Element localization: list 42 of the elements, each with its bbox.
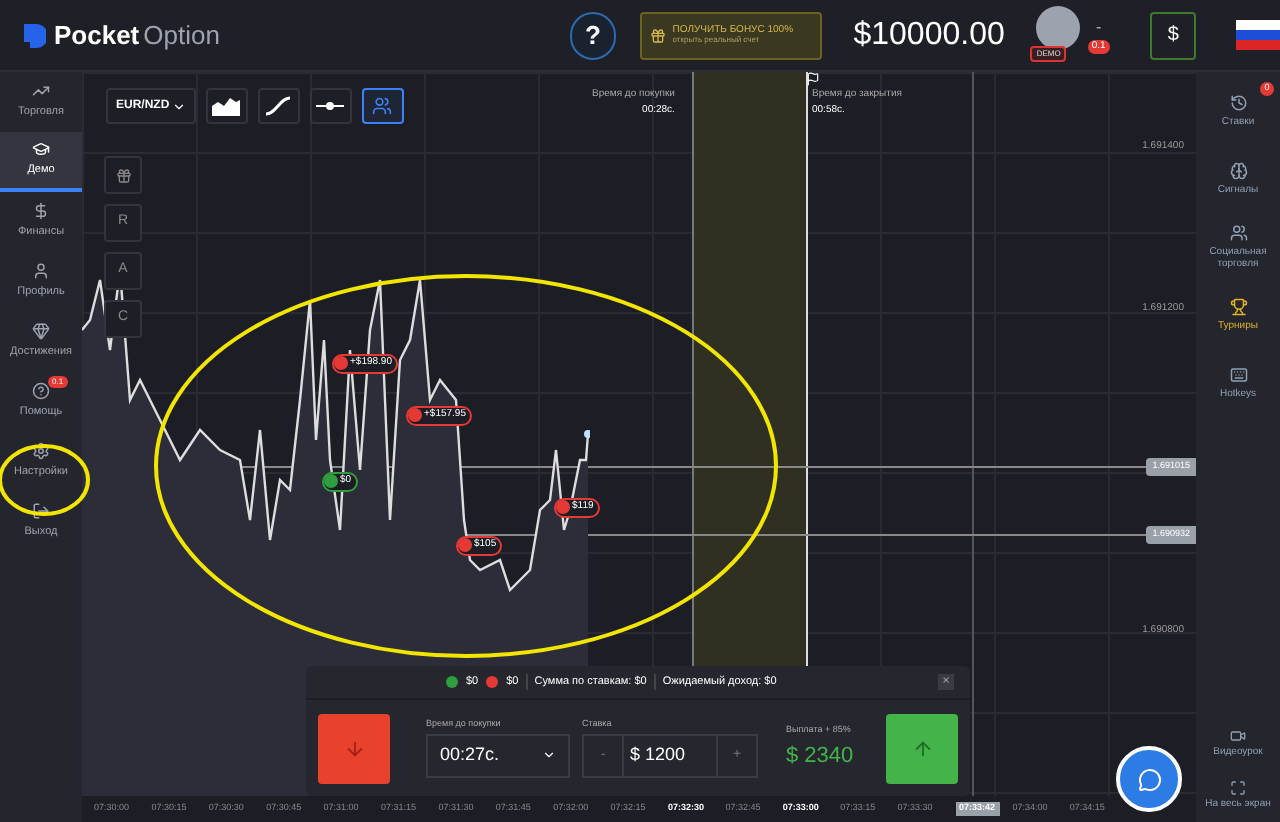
- slider-icon: [316, 100, 345, 112]
- expand-icon: [1230, 779, 1246, 796]
- logo-icon: [24, 23, 46, 47]
- up-arrow-icon: [911, 737, 933, 759]
- graduation-cap-icon: [32, 140, 50, 159]
- gift-icon: [115, 167, 131, 183]
- caret-icon: [171, 99, 186, 113]
- logo-text: Pocket: [54, 17, 140, 54]
- area-chart-icon: [212, 96, 241, 116]
- chart-tool-button[interactable]: [205, 88, 248, 124]
- history-icon: [1229, 93, 1247, 111]
- help-button[interactable]: ?: [569, 11, 617, 59]
- down-arrow-icon: [343, 737, 365, 759]
- time-field[interactable]: 00:27с.: [426, 733, 570, 778]
- dollar-icon: [32, 202, 50, 221]
- diamond-icon: [32, 322, 50, 341]
- people-icon: [372, 96, 393, 116]
- user-icon: [32, 262, 50, 281]
- chart-tool-button[interactable]: [309, 88, 352, 124]
- gear-icon: [32, 442, 50, 461]
- people-icon: [1229, 223, 1247, 241]
- stake-field[interactable]: $ 1200: [624, 742, 716, 770]
- payout-value: $ 2340: [786, 741, 854, 772]
- video-icon: [1230, 727, 1246, 744]
- balance-text: $10000.00: [853, 15, 1005, 55]
- chat-icon: [1137, 767, 1161, 791]
- flag-marker-icon: [806, 72, 820, 86]
- chart-tool-button[interactable]: [257, 88, 300, 124]
- chart-icon: [32, 82, 50, 101]
- caret-icon: [542, 748, 556, 763]
- flag-icon[interactable]: [1236, 19, 1280, 51]
- gift-button[interactable]: [104, 156, 142, 194]
- exit-icon: [32, 502, 50, 521]
- brain-icon: [1229, 161, 1247, 179]
- logo-text-light: Option: [143, 17, 220, 54]
- help-icon: [32, 382, 50, 401]
- account-dash: -: [1096, 15, 1102, 40]
- trophy-icon: [1229, 297, 1247, 315]
- keyboard-icon: [1229, 365, 1247, 383]
- gift-icon: [650, 27, 667, 43]
- line-icon: [264, 96, 293, 116]
- deposit-button[interactable]: $: [1149, 11, 1197, 59]
